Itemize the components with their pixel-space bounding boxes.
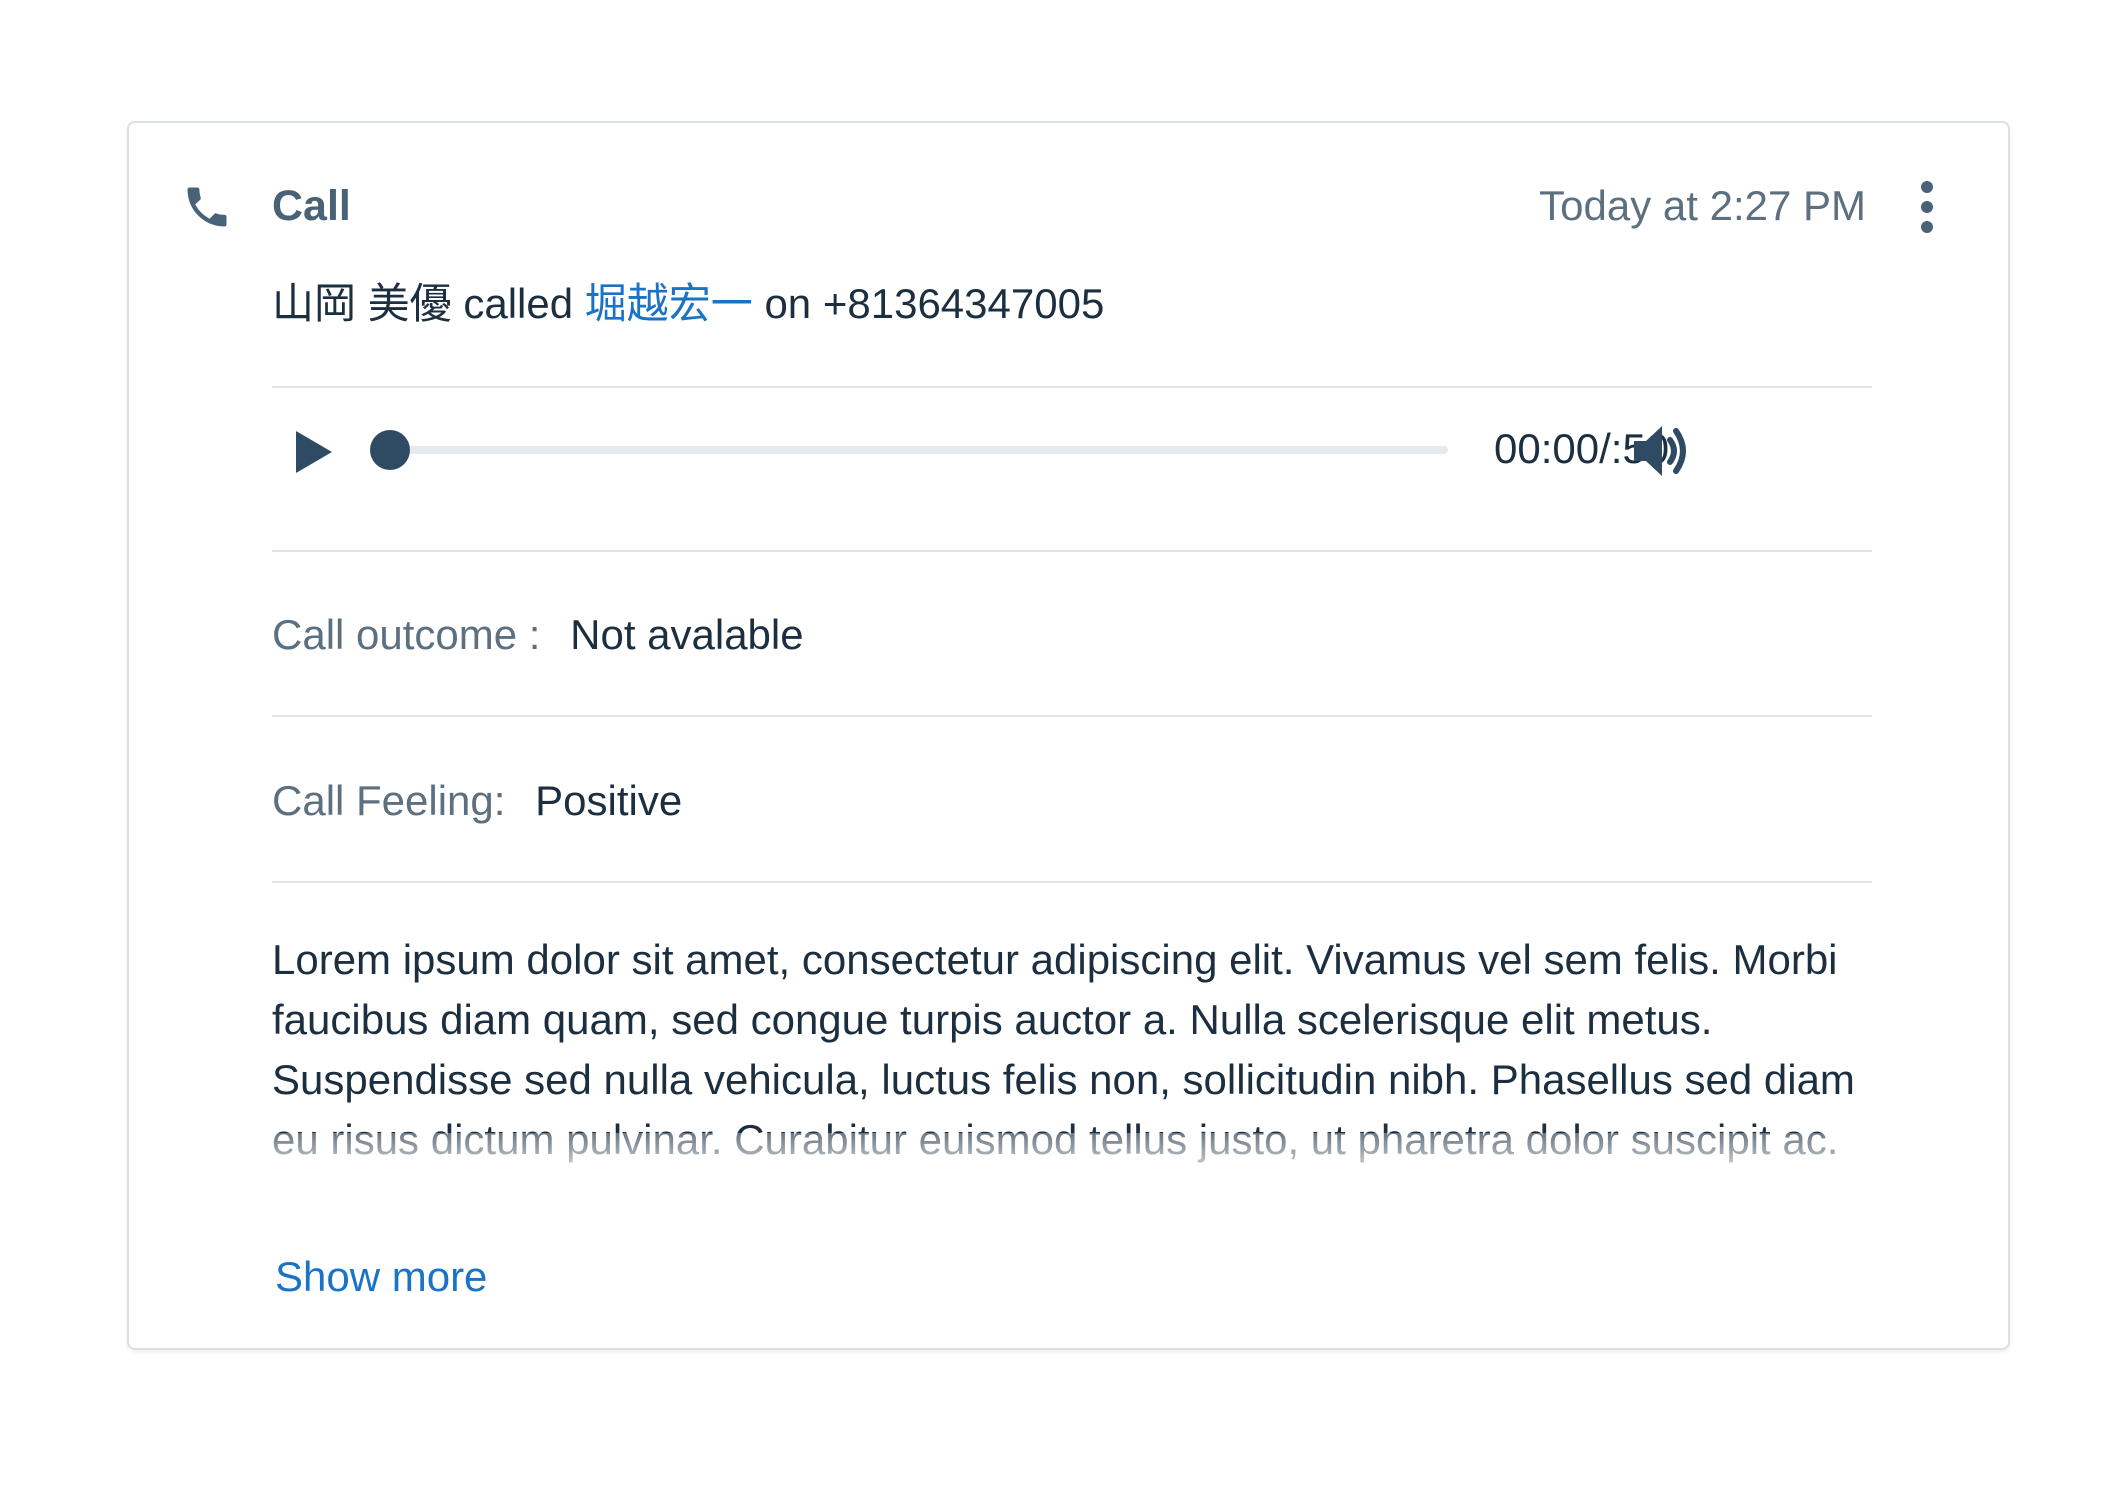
call-outcome-label: Call outcome : (272, 611, 541, 658)
call-outcome-value: Not avalable (570, 611, 804, 658)
call-feeling-row: Call Feeling: Positive (272, 771, 1872, 831)
summary-preposition: on (764, 280, 812, 327)
call-feeling-value: Positive (535, 777, 683, 824)
card-header: Call Today at 2:27 PM (129, 123, 2008, 293)
show-more-link[interactable]: Show more (275, 1251, 487, 1303)
play-icon[interactable] (292, 429, 334, 475)
audio-player: 00:00/:50 (272, 392, 1872, 507)
phone-number: +81364347005 (822, 280, 1105, 327)
callee-link[interactable]: 堀越宏一 (585, 280, 753, 327)
activity-timestamp: Today at 2:27 PM (1539, 182, 1866, 229)
notes-fade-overlay (272, 1133, 1892, 1203)
call-summary: 山岡 美優 called 堀越宏一 on +81364347005 (272, 278, 1104, 330)
divider (272, 550, 1872, 552)
call-feeling-label: Call Feeling: (272, 777, 506, 824)
audio-progress-thumb[interactable] (370, 430, 410, 470)
activity-type-title: Call (272, 182, 351, 230)
phone-icon (187, 187, 227, 227)
call-activity-card: Call Today at 2:27 PM 山岡 美優 called 堀越宏一 … (127, 121, 2010, 1350)
divider (272, 715, 1872, 717)
summary-verb: called (463, 280, 574, 327)
divider (272, 386, 1872, 388)
divider (272, 881, 1872, 883)
caller-name: 山岡 美優 (272, 280, 452, 327)
volume-icon[interactable] (1632, 422, 1694, 480)
audio-progress-track[interactable] (388, 446, 1448, 454)
call-outcome-row: Call outcome : Not avalable (272, 605, 1872, 665)
more-vertical-icon[interactable] (1912, 179, 1942, 235)
